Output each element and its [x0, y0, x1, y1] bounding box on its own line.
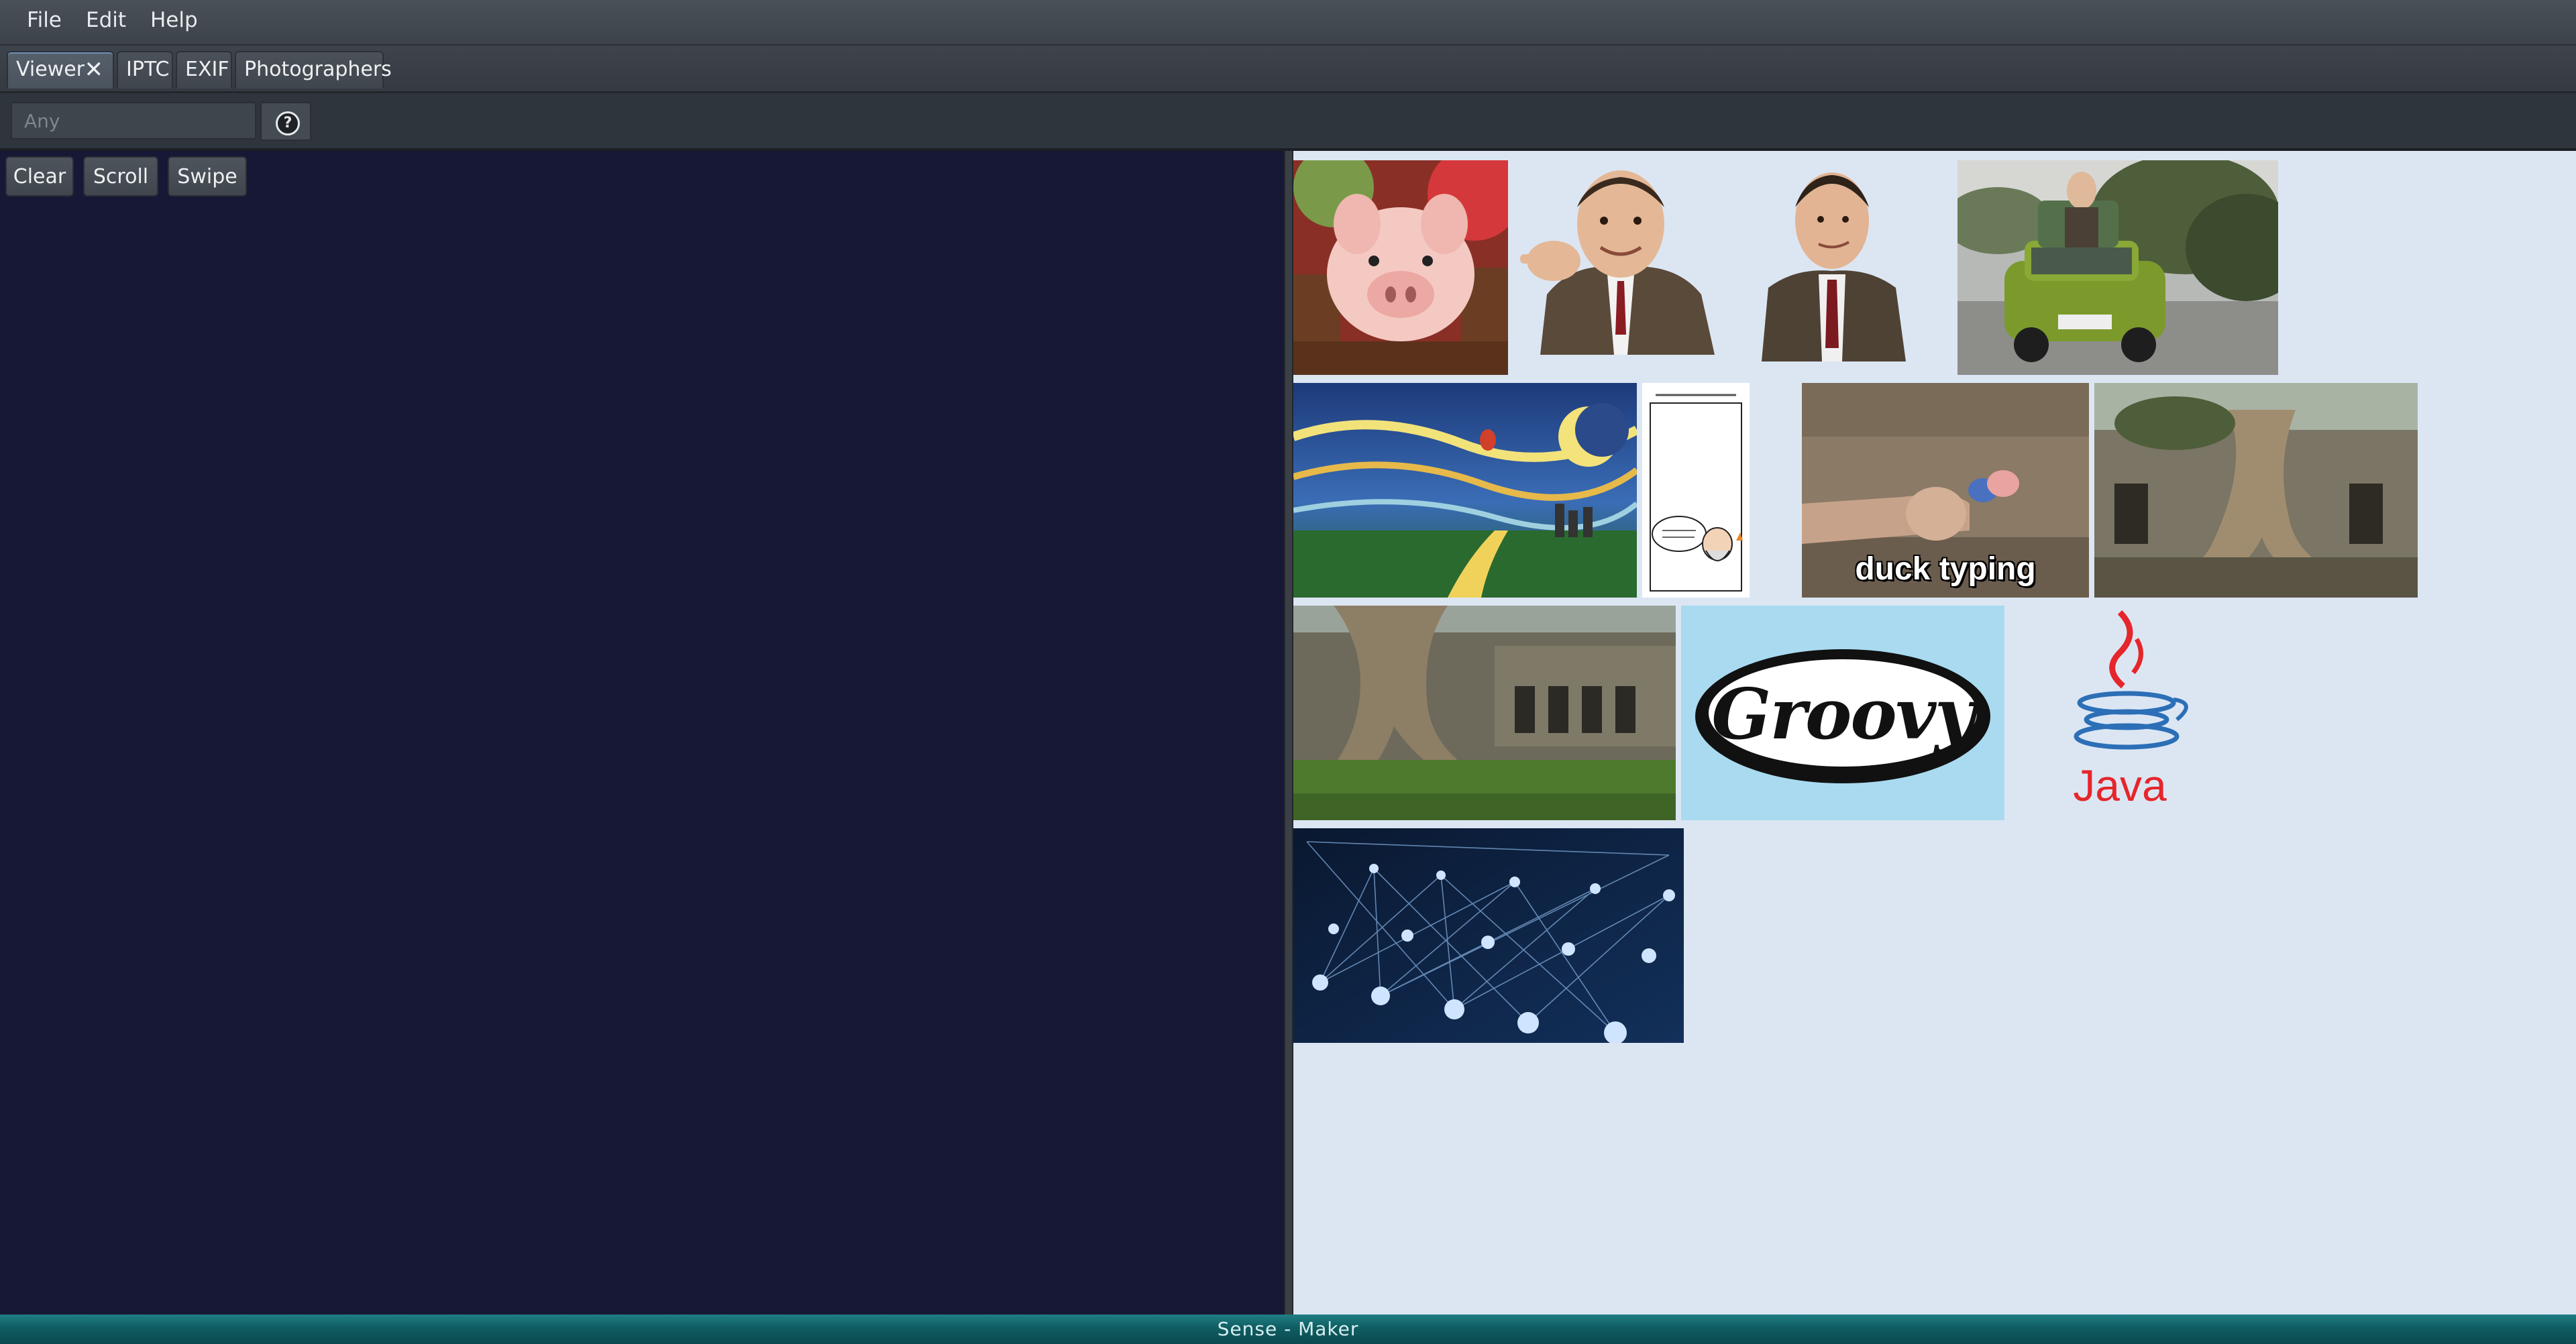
- thumbnail-man-in-suit[interactable]: [1748, 160, 1916, 361]
- status-bar: Sense - Maker: [0, 1314, 2576, 1344]
- scroll-button[interactable]: Scroll: [83, 156, 158, 197]
- menu-bar: File Edit Help: [0, 0, 2576, 46]
- swipe-button[interactable]: Swipe: [168, 156, 247, 197]
- tab-photographers[interactable]: Photographers: [235, 51, 392, 89]
- thumbnail-groovy[interactable]: Groovy: [1681, 606, 2004, 820]
- help-button[interactable]: ?: [260, 102, 311, 141]
- duck-typing-caption: duck typing: [1855, 551, 2036, 587]
- thumbnail-java[interactable]: Java: [2012, 606, 2227, 820]
- question-icon: ?: [276, 111, 300, 135]
- painting-image: [1293, 383, 1637, 598]
- neural-network-image: [1293, 828, 1684, 1043]
- man-pointing-image: [1520, 160, 1724, 355]
- thumbnail-painting[interactable]: [1293, 383, 1637, 598]
- close-icon[interactable]: ✕: [85, 52, 104, 87]
- pane-splitter[interactable]: [1284, 151, 1293, 1314]
- man-in-suit-image: [1748, 160, 1916, 361]
- search-input[interactable]: [11, 102, 256, 139]
- thumbnail-neural-network[interactable]: [1293, 828, 1684, 1043]
- clear-button[interactable]: Clear: [5, 156, 74, 197]
- tab-exif[interactable]: EXIF: [176, 51, 232, 89]
- search-toolbar: ?: [0, 93, 2576, 151]
- thumbnail-piglet[interactable]: [1293, 160, 1508, 375]
- tab-iptc[interactable]: IPTC: [117, 51, 173, 89]
- car-image: [1957, 160, 2278, 375]
- thumbnail-temple-ruins[interactable]: [1293, 606, 1676, 820]
- piglet-image: [1293, 160, 1508, 375]
- comic-image: [1642, 383, 1750, 598]
- viewer-pane: Clear Scroll Swipe: [0, 151, 1284, 1314]
- thumbnail-duck-typing[interactable]: duck typing: [1802, 383, 2089, 598]
- tab-viewer-label: Viewer: [16, 58, 85, 81]
- thumbnail-comic[interactable]: [1642, 383, 1750, 598]
- groovy-caption: Groovy: [1711, 673, 1975, 755]
- menu-edit[interactable]: Edit: [86, 8, 126, 32]
- thumbnail-car[interactable]: [1957, 160, 2278, 375]
- thumbnail-temple-roots[interactable]: [2094, 383, 2418, 598]
- thumbnail-man-pointing[interactable]: [1520, 160, 1724, 355]
- tab-viewer[interactable]: Viewer ✕: [7, 51, 114, 89]
- menu-file[interactable]: File: [27, 8, 62, 32]
- java-caption: Java: [2073, 761, 2167, 810]
- menu-help[interactable]: Help: [150, 8, 198, 32]
- tab-bar: Viewer ✕ IPTC EXIF Photographers: [0, 46, 2576, 93]
- gallery-pane[interactable]: duck typing Groovy Java: [1293, 151, 2576, 1314]
- temple-ruins-image: [1293, 606, 1676, 820]
- temple-roots-image: [2094, 383, 2418, 598]
